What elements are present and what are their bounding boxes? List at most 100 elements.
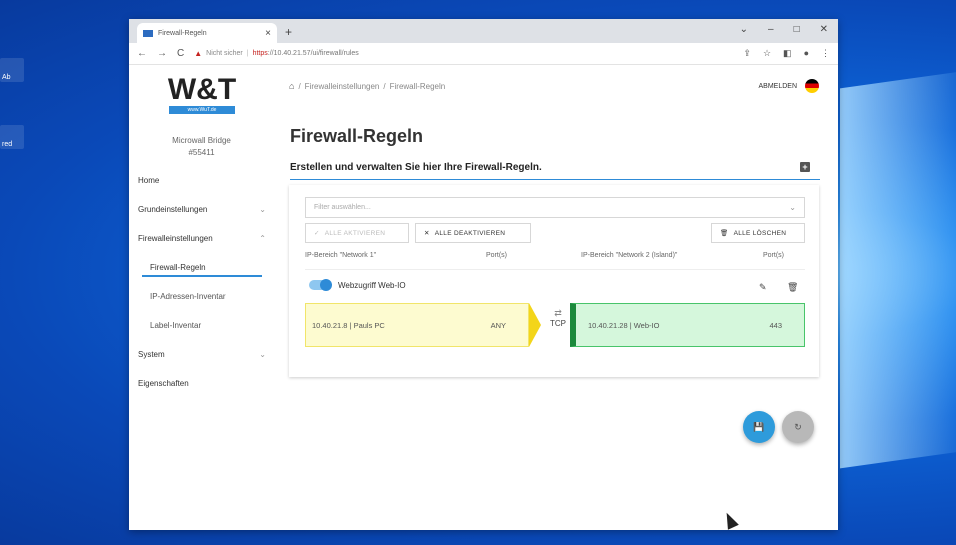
column-header-network2: IP-Bereich "Network 2 (Island)" xyxy=(581,252,678,259)
web-page: W&T www.WuT.de Microwall Bridge #55411 H… xyxy=(129,65,838,530)
sidebar-nav: Home Grundeinstellungen ⌄ Firewalleinste… xyxy=(138,166,266,398)
delete-all-button[interactable]: 🗑 ALLE LÖSCHEN xyxy=(711,223,805,243)
header-divider xyxy=(305,269,805,270)
filter-select[interactable]: Filter auswählen... ⌄ xyxy=(305,197,805,218)
logout-button[interactable]: ABMELDEN xyxy=(758,83,797,90)
chevron-down-icon: ⌄ xyxy=(259,205,266,214)
chevron-down-icon: ⌄ xyxy=(789,203,796,212)
sidebar-item-label: Label-Inventar xyxy=(150,321,202,330)
sidebar-item-label: Firewall-Regeln xyxy=(150,263,206,272)
refresh-icon: ↻ xyxy=(794,421,802,432)
desktop-icon-label: Ab xyxy=(2,74,11,81)
reset-button[interactable]: ↻ xyxy=(782,411,814,443)
sidebar-item-grundeinstellungen[interactable]: Grundeinstellungen ⌄ xyxy=(138,195,266,224)
column-header-ports1: Port(s) xyxy=(486,252,507,259)
activate-all-button[interactable]: ✓ ALLE AKTIVIEREN xyxy=(305,223,409,243)
column-header-ports2: Port(s) xyxy=(763,252,784,259)
source-port: ANY xyxy=(490,320,506,330)
main-content: ⌂ / Firewalleinstellungen / Firewall-Reg… xyxy=(289,65,820,530)
menu-icon[interactable]: ⋮ xyxy=(821,48,830,59)
page-title: Firewall-Regeln xyxy=(290,126,424,146)
url-scheme: https xyxy=(252,50,268,57)
chevron-up-icon: ⌃ xyxy=(259,234,266,243)
rule-name: Webzugriff Web-IO xyxy=(338,280,406,290)
sidebar-item-system[interactable]: System ⌄ xyxy=(138,340,266,369)
home-icon[interactable]: ⌂ xyxy=(289,81,294,91)
subtitle-text: Erstellen und verwalten Sie hier Ihre Fi… xyxy=(290,162,542,173)
sidebar-item-label: Eigenschaften xyxy=(138,379,189,388)
profile-icon[interactable]: ● xyxy=(804,48,809,59)
sidebar: W&T www.WuT.de Microwall Bridge #55411 H… xyxy=(129,65,274,530)
bookmark-star-icon[interactable]: ☆ xyxy=(763,48,771,59)
browser-tab[interactable]: Firewall-Regeln × xyxy=(137,23,277,43)
rule-enabled-toggle[interactable] xyxy=(309,279,332,291)
device-name: Microwall Bridge xyxy=(172,136,231,145)
destination-ip: 10.40.21.28 | Web-IO xyxy=(588,320,660,330)
rule-protocol: ⇄ TCP xyxy=(545,303,571,347)
sidebar-item-eigenschaften[interactable]: Eigenschaften xyxy=(138,369,266,398)
window-controls: ⌄ – □ ✕ xyxy=(740,24,828,35)
not-secure-label: Nicht sicher xyxy=(206,50,243,57)
button-label: ALLE LÖSCHEN xyxy=(733,229,787,237)
destination-port: 443 xyxy=(769,320,782,330)
wut-logo[interactable]: W&T www.WuT.de xyxy=(167,75,237,114)
toolbar-icons: ⇪ ☆ ◧ ● ⋮ xyxy=(743,48,830,59)
sidebar-item-home[interactable]: Home xyxy=(138,166,266,195)
sidebar-item-label: System xyxy=(138,350,165,359)
tab-bar: Firewall-Regeln × + ⌄ – □ ✕ xyxy=(129,19,838,43)
logo-text: W&T xyxy=(167,73,237,106)
source-arrow xyxy=(529,303,541,347)
rules-card: Filter auswählen... ⌄ ✓ ALLE AKTIVIEREN … xyxy=(289,185,819,377)
back-button[interactable]: ← xyxy=(137,48,147,59)
close-window-button[interactable]: ✕ xyxy=(820,24,828,35)
breadcrumb-separator: / xyxy=(383,81,386,91)
filter-placeholder: Filter auswählen... xyxy=(314,204,371,211)
device-info: Microwall Bridge #55411 xyxy=(129,135,274,159)
device-id: #55411 xyxy=(188,148,215,157)
close-icon: ✕ xyxy=(424,230,430,237)
logo-url-bar: www.WuT.de xyxy=(169,106,235,114)
page-subtitle: Erstellen und verwalten Sie hier Ihre Fi… xyxy=(290,162,820,180)
sidebar-item-label-inventar[interactable]: Label-Inventar xyxy=(138,311,266,340)
sidebar-item-label: Grundeinstellungen xyxy=(138,205,208,214)
protocol-label: TCP xyxy=(550,319,566,328)
sidebar-item-firewalleinstellungen[interactable]: Firewalleinstellungen ⌃ xyxy=(138,224,266,253)
deactivate-all-button[interactable]: ✕ ALLE DEAKTIVIEREN xyxy=(415,223,531,243)
swap-arrows-icon: ⇄ xyxy=(554,308,562,318)
url-text: ://10.40.21.57/ui/firewall/rules xyxy=(267,50,359,57)
browser-window: Firewall-Regeln × + ⌄ – □ ✕ ← → C ▲ Nich… xyxy=(129,19,838,530)
minimize-button[interactable]: – xyxy=(768,24,774,35)
tab-title: Firewall-Regeln xyxy=(158,29,207,37)
delete-rule-icon[interactable]: 🗑 xyxy=(787,282,798,293)
breadcrumb-item[interactable]: Firewalleinstellungen xyxy=(305,82,380,91)
logout-area: ABMELDEN xyxy=(758,79,819,93)
add-rule-icon[interactable]: + xyxy=(800,162,810,172)
button-label: ALLE AKTIVIEREN xyxy=(324,229,386,237)
source-ip: 10.40.21.8 | Pauls PC xyxy=(312,320,385,330)
forward-button[interactable]: → xyxy=(157,48,167,59)
close-tab-icon[interactable]: × xyxy=(265,28,271,39)
edit-rule-icon[interactable]: ✎ xyxy=(759,282,767,293)
check-icon: ✓ xyxy=(314,230,320,237)
chevron-down-icon: ⌄ xyxy=(259,350,266,359)
tab-search-icon[interactable]: ⌄ xyxy=(740,24,748,35)
german-flag-icon[interactable] xyxy=(805,79,819,93)
rule-destination: 10.40.21.28 | Web-IO 443 xyxy=(570,303,805,347)
url-field[interactable]: ▲ Nicht sicher | https://10.40.21.57/ui/… xyxy=(194,49,733,58)
new-tab-button[interactable]: + xyxy=(285,25,292,39)
sidepanel-icon[interactable]: ◧ xyxy=(783,48,792,59)
floppy-disk-icon: 💾 xyxy=(753,421,765,432)
column-header-network1: IP-Bereich "Network 1" xyxy=(305,252,377,259)
sidebar-item-firewall-regeln[interactable]: Firewall-Regeln xyxy=(138,253,266,282)
sidebar-item-label: Firewalleinstellungen xyxy=(138,234,213,243)
sidebar-item-ip-inventar[interactable]: IP-Adressen-Inventar xyxy=(138,282,266,311)
breadcrumb-separator: / xyxy=(298,81,301,91)
save-button[interactable]: 💾 xyxy=(743,411,775,443)
maximize-button[interactable]: □ xyxy=(794,24,800,35)
share-icon[interactable]: ⇪ xyxy=(743,48,751,59)
warning-icon: ▲ xyxy=(194,49,203,58)
reload-button[interactable]: C xyxy=(177,48,184,59)
desktop-icon-label: red xyxy=(2,141,13,148)
desktop-light-beam xyxy=(840,71,956,469)
rule-header: Webzugriff Web-IO xyxy=(309,279,406,291)
